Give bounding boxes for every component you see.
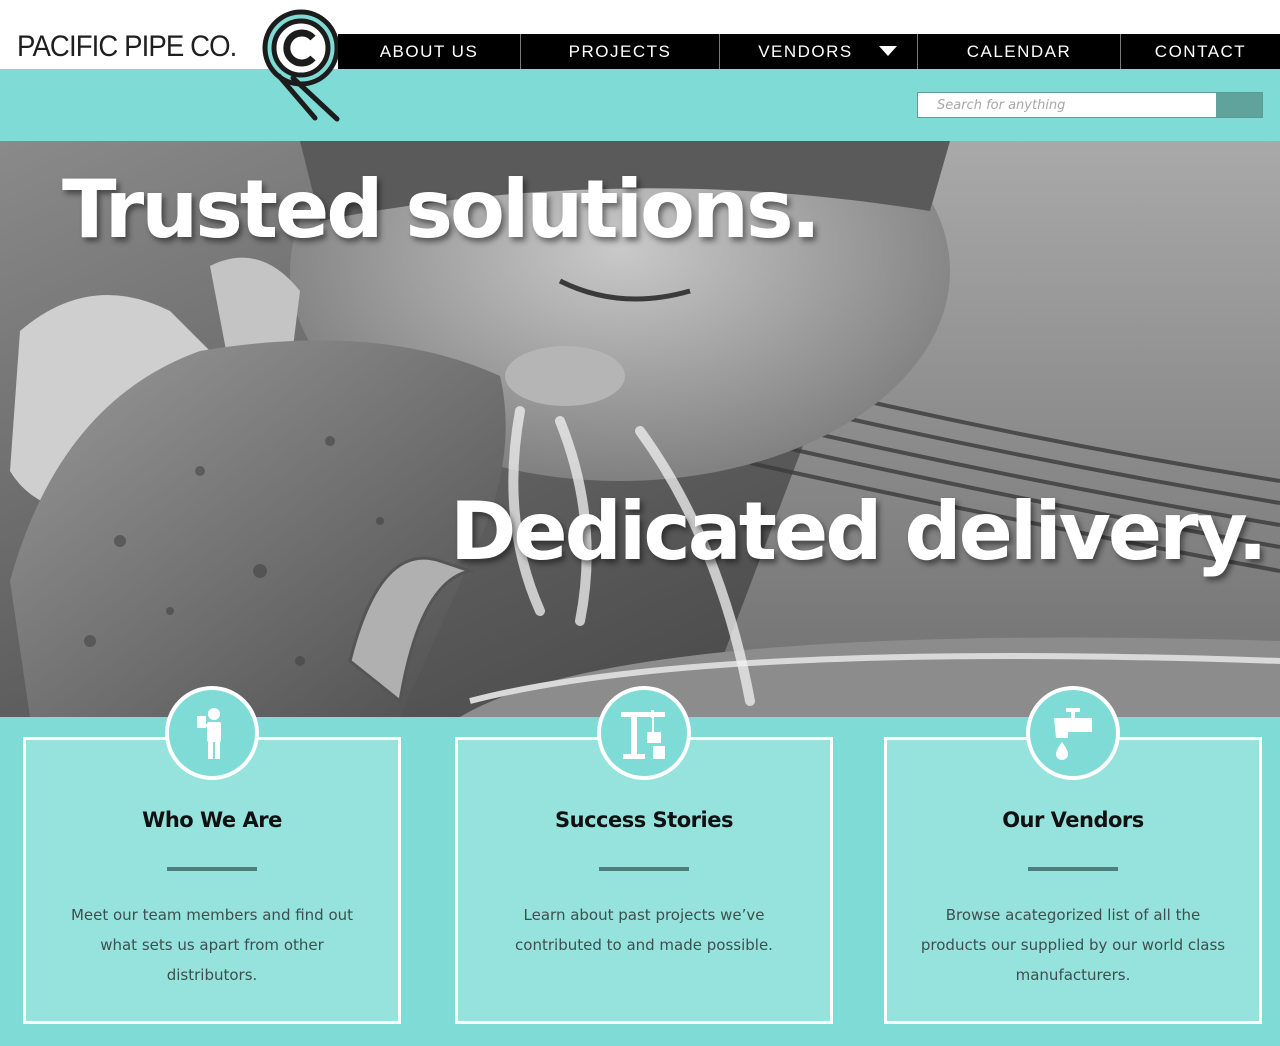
card-title: Our Vendors xyxy=(1002,808,1144,832)
nav-label: PROJECTS xyxy=(568,41,672,61)
card-title: Who We Are xyxy=(142,808,282,832)
features-section: Who We Are Meet our team members and fin… xyxy=(0,686,1280,1046)
card-description: Browse acategorized list of all the prod… xyxy=(920,906,1226,984)
nav-label: CONTACT xyxy=(1154,41,1247,61)
brand-name[interactable]: PACIFIC PIPE CO. xyxy=(17,30,237,64)
construction-crane-icon xyxy=(597,686,691,780)
water-faucet-icon xyxy=(1026,686,1120,780)
card-description: Meet our team members and find out what … xyxy=(70,906,354,984)
feature-card-success-stories[interactable]: Success Stories Learn about past project… xyxy=(455,686,833,1024)
dropdown-caret-icon[interactable] xyxy=(879,46,897,56)
nav-label: ABOUT US xyxy=(379,41,479,61)
pacific-pipe-logo-icon[interactable] xyxy=(259,6,347,126)
nav-about-us[interactable]: ABOUT US xyxy=(338,34,520,69)
hero-headline-1: Trusted solutions. xyxy=(62,163,821,256)
nav-vendors[interactable]: VENDORS xyxy=(719,34,917,69)
search-bar xyxy=(917,92,1263,118)
site-header: PACIFIC PIPE CO. ABOUT US PROJECTS VENDO… xyxy=(0,0,1280,141)
nav-calendar[interactable]: CALENDAR xyxy=(917,34,1120,69)
feature-card-our-vendors[interactable]: Our Vendors Browse acategorized list of … xyxy=(884,686,1262,1024)
card-description: Learn about past projects we’ve contribu… xyxy=(515,906,773,954)
search-input[interactable] xyxy=(918,93,1216,117)
nav-projects[interactable]: PROJECTS xyxy=(520,34,719,69)
card-divider xyxy=(167,867,257,871)
main-nav: ABOUT US PROJECTS VENDORS CALENDAR CONTA… xyxy=(338,34,1280,69)
nav-label: CALENDAR xyxy=(966,41,1072,61)
card-title: Success Stories xyxy=(555,808,733,832)
card-divider xyxy=(1028,867,1118,871)
nav-label: VENDORS xyxy=(758,41,853,61)
feature-card-who-we-are[interactable]: Who We Are Meet our team members and fin… xyxy=(23,686,401,1024)
nav-contact[interactable]: CONTACT xyxy=(1120,34,1280,69)
hero-banner: Trusted solutions. Dedicated delivery. xyxy=(0,141,1280,717)
search-button[interactable] xyxy=(1216,93,1262,117)
card-divider xyxy=(599,867,689,871)
businessman-icon xyxy=(165,686,259,780)
hero-headline-2: Dedicated delivery. xyxy=(450,485,1268,578)
